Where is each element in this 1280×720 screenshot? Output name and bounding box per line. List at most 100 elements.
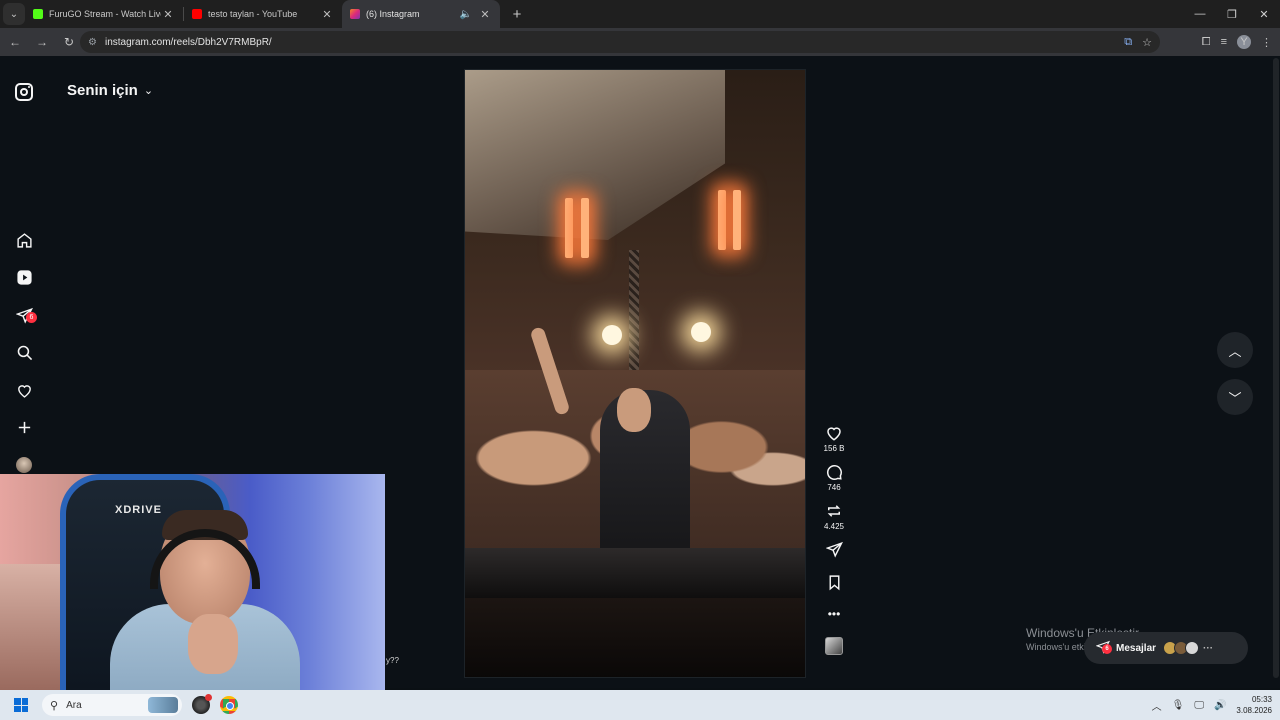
video-stage-light bbox=[733, 190, 741, 250]
close-window-icon[interactable]: ✕ bbox=[1248, 0, 1280, 28]
repost-icon bbox=[827, 505, 841, 517]
video-dj-head bbox=[617, 388, 651, 432]
tab-youtube[interactable]: testo taylan - YouTube ✕ bbox=[184, 0, 342, 28]
send-icon bbox=[825, 541, 843, 558]
comment-icon bbox=[827, 465, 842, 480]
profile-photo bbox=[16, 457, 32, 473]
heart-icon bbox=[827, 427, 841, 441]
close-tab-icon[interactable]: ✕ bbox=[320, 8, 334, 21]
webcam-person-hand bbox=[188, 614, 238, 674]
sidebar-nav: 6 bbox=[12, 228, 37, 491]
messages-button[interactable]: 6 Mesajlar ··· bbox=[1084, 632, 1248, 664]
toolbar-actions: ⧠ ≡ Y ⋮ bbox=[1202, 30, 1272, 54]
close-tab-icon[interactable]: ✕ bbox=[161, 8, 175, 21]
reel-video[interactable] bbox=[464, 69, 806, 678]
video-stage-light bbox=[565, 198, 573, 258]
media-control-icon[interactable]: ≡ bbox=[1221, 36, 1227, 48]
messages-badge: 6 bbox=[1102, 643, 1112, 654]
save-button[interactable] bbox=[826, 574, 843, 591]
url-text[interactable]: instagram.com/reels/Dbh2V7RMBpR/ bbox=[105, 37, 272, 48]
taskbar-search[interactable]: ⚲ Ara bbox=[42, 694, 182, 716]
chrome-app-icon[interactable] bbox=[220, 696, 238, 714]
new-tab-button[interactable]: + bbox=[506, 6, 528, 23]
window-controls: — ❐ ✕ bbox=[1184, 0, 1280, 28]
messenger-icon[interactable]: 6 bbox=[12, 303, 37, 327]
translate-icon[interactable]: ⧉ bbox=[1124, 36, 1132, 49]
like-button[interactable]: 156 B bbox=[823, 424, 845, 453]
speaker-icon[interactable]: 🔈 bbox=[460, 9, 472, 20]
forward-arrow-icon[interactable]: → bbox=[30, 30, 54, 54]
more-dots-icon: ··· bbox=[1203, 642, 1214, 654]
restore-icon[interactable]: ❐ bbox=[1216, 0, 1248, 28]
extensions-icon[interactable]: ⧠ bbox=[1202, 36, 1211, 49]
kick-favicon-icon bbox=[33, 9, 43, 19]
video-dj-mixer bbox=[465, 548, 805, 598]
profile-avatar[interactable]: Y bbox=[1237, 35, 1251, 49]
repost-button[interactable]: 4.425 bbox=[824, 502, 844, 531]
home-icon[interactable] bbox=[12, 228, 36, 252]
scrollbar-thumb[interactable] bbox=[1273, 58, 1279, 678]
back-arrow-icon[interactable]: ← bbox=[3, 30, 27, 54]
browser-toolbar: ← → ↻ ⚙ instagram.com/reels/Dbh2V7RMBpR/… bbox=[0, 28, 1280, 56]
taskbar-clock[interactable]: 05:33 3.08.2026 bbox=[1236, 694, 1272, 716]
microphone-icon[interactable]: 🎙 bbox=[1172, 700, 1185, 711]
browser-menu-icon[interactable]: ⋮ bbox=[1261, 36, 1272, 49]
heart-icon[interactable] bbox=[12, 378, 36, 402]
network-icon[interactable]: 🖵 bbox=[1194, 700, 1204, 711]
message-avatars bbox=[1163, 641, 1200, 655]
reels-icon[interactable] bbox=[12, 266, 36, 290]
tab-search-button[interactable]: ⌄ bbox=[3, 3, 25, 25]
search-placeholder: Ara bbox=[66, 699, 82, 711]
close-tab-icon[interactable]: ✕ bbox=[478, 8, 492, 21]
chair-brand-text: XDRIVE bbox=[115, 504, 162, 516]
tab-furugo[interactable]: FuruGO Stream - Watch Live on ✕ bbox=[25, 0, 183, 28]
like-count: 156 B bbox=[823, 444, 845, 453]
search-highlight-art bbox=[148, 697, 178, 713]
feed-title: Senin için bbox=[67, 82, 138, 99]
windows-start-icon[interactable] bbox=[14, 698, 28, 712]
volume-icon[interactable]: 🔊 bbox=[1214, 700, 1226, 711]
more-dots-icon: ••• bbox=[827, 607, 841, 621]
reel-actions: 156 B 746 4.425 ••• bbox=[820, 424, 848, 655]
instagram-favicon-icon bbox=[350, 9, 360, 19]
windows-taskbar: ⚲ Ara ︿ 🎙 🖵 🔊 05:33 3.08.2026 bbox=[0, 690, 1280, 720]
audio-track-thumbnail[interactable] bbox=[825, 637, 843, 655]
tab-instagram[interactable]: (6) Instagram 🔈 ✕ bbox=[342, 0, 500, 28]
site-info-icon[interactable]: ⚙ bbox=[88, 37, 97, 48]
chevron-up-icon: ︿ bbox=[1228, 343, 1242, 359]
webcam-background-shelf bbox=[0, 564, 60, 690]
obs-app-icon[interactable] bbox=[192, 694, 212, 714]
video-stage-light bbox=[718, 190, 726, 250]
feed-selector[interactable]: Senin için ⌄ bbox=[67, 82, 153, 99]
video-floor bbox=[465, 598, 805, 677]
create-plus-icon[interactable] bbox=[12, 416, 36, 440]
tab-title: testo taylan - YouTube bbox=[208, 9, 298, 19]
avatar bbox=[1185, 641, 1200, 655]
clock-time: 05:33 bbox=[1251, 695, 1272, 704]
instagram-logo-icon[interactable] bbox=[15, 83, 33, 101]
next-reel-button[interactable]: ﹀ bbox=[1217, 379, 1253, 415]
comment-count: 746 bbox=[827, 483, 841, 492]
video-spotlight bbox=[602, 325, 622, 345]
comment-button[interactable]: 746 bbox=[825, 463, 843, 492]
share-button[interactable] bbox=[825, 541, 843, 558]
search-icon[interactable] bbox=[12, 341, 36, 365]
overlay-cut-text: y?? bbox=[386, 656, 399, 665]
minimize-icon[interactable]: — bbox=[1184, 0, 1216, 28]
webcam-overlay: XDRIVE bbox=[0, 474, 385, 690]
tab-title: FuruGO Stream - Watch Live on bbox=[49, 9, 161, 19]
address-bar[interactable]: ⚙ instagram.com/reels/Dbh2V7RMBpR/ ⧉ ☆ bbox=[80, 31, 1160, 53]
tab-title: (6) Instagram bbox=[366, 9, 420, 19]
chevron-up-icon[interactable]: ︿ bbox=[1152, 698, 1162, 713]
messages-label: Mesajlar bbox=[1116, 642, 1157, 654]
notification-badge: 6 bbox=[26, 312, 37, 323]
reload-icon[interactable]: ↻ bbox=[57, 30, 81, 54]
previous-reel-button[interactable]: ︿ bbox=[1217, 332, 1253, 368]
bookmark-star-icon[interactable]: ☆ bbox=[1142, 36, 1152, 49]
repost-count: 4.425 bbox=[823, 522, 845, 531]
page-scrollbar[interactable] bbox=[1272, 56, 1280, 688]
browser-tab-strip: ⌄ FuruGO Stream - Watch Live on ✕ testo … bbox=[0, 0, 1280, 28]
chevron-down-icon: ⌄ bbox=[143, 85, 154, 97]
video-spotlight bbox=[691, 322, 711, 342]
more-options-button[interactable]: ••• bbox=[828, 607, 841, 621]
